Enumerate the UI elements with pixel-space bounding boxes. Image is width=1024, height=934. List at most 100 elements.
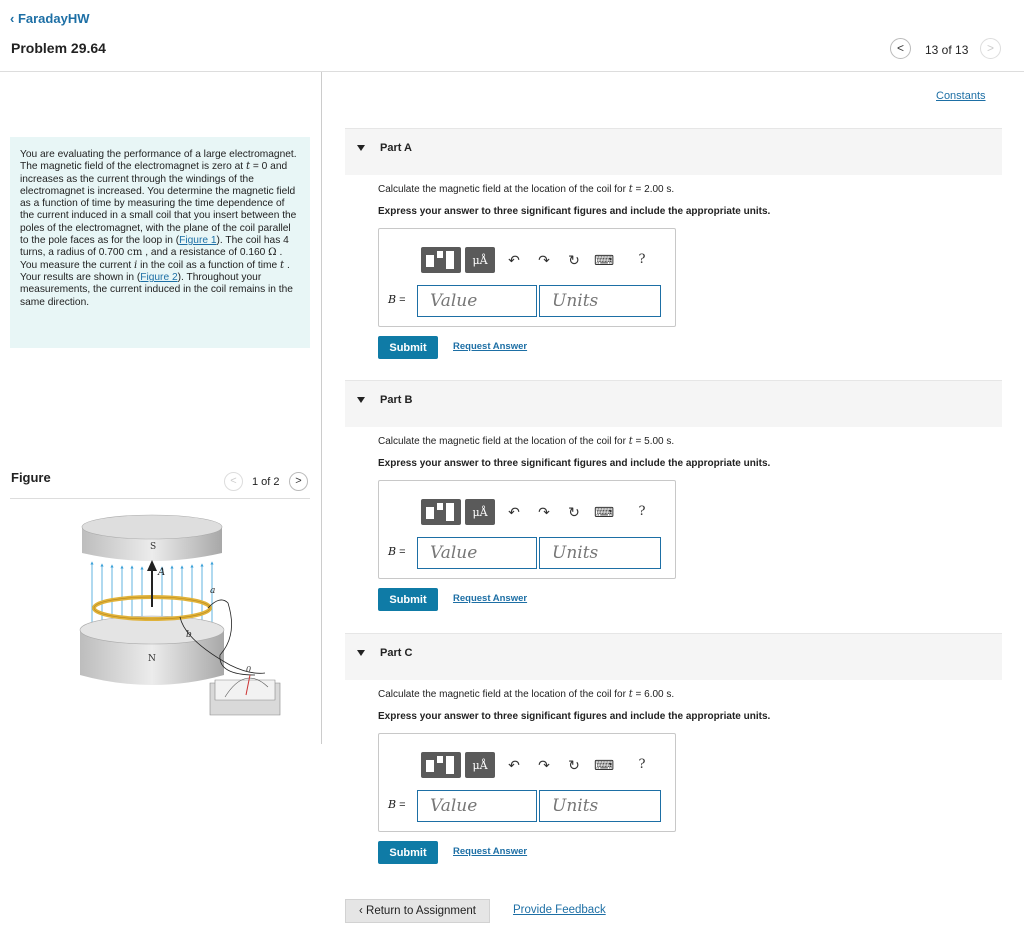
- answer-variable: B =: [388, 545, 406, 558]
- pole-label-n: N: [148, 654, 156, 664]
- help-icon[interactable]: ?: [631, 247, 653, 273]
- math-toolbar: μÅ ↶ ↷ ↻ ⌨ ?: [421, 499, 661, 525]
- math-toolbar: μÅ ↶ ↷ ↻ ⌨ ?: [421, 247, 661, 273]
- submit-button[interactable]: Submit: [378, 336, 438, 359]
- problem-counter: 13 of 13: [925, 43, 969, 57]
- part-a: Part A Calculate the magnetic field at t…: [345, 128, 1002, 368]
- answer-instructions: Express your answer to three significant…: [378, 458, 771, 469]
- units-button[interactable]: μÅ: [465, 752, 495, 778]
- question-text: Calculate the magnetic field at the loca…: [378, 184, 629, 195]
- reset-icon[interactable]: ↻: [563, 752, 585, 778]
- answer-variable: B =: [388, 798, 406, 811]
- math-toolbar: μÅ ↶ ↷ ↻ ⌨ ?: [421, 752, 661, 778]
- electromagnet-figure[interactable]: A S N a b 0: [70, 505, 295, 725]
- part-b-header[interactable]: Part B: [345, 380, 1002, 427]
- answer-box: μÅ ↶ ↷ ↻ ⌨ ? B =: [378, 228, 676, 327]
- answer-instructions: Express your answer to three significant…: [378, 206, 771, 217]
- undo-icon[interactable]: ↶: [503, 499, 525, 525]
- figure-2-link[interactable]: Figure 2: [140, 272, 177, 283]
- intro-text-6: in the coil as a function of time: [137, 259, 280, 271]
- terminal-label-b: b: [186, 630, 192, 640]
- figure-1-link[interactable]: Figure 1: [179, 235, 216, 246]
- request-answer-link[interactable]: Request Answer: [453, 341, 527, 352]
- provide-feedback-link[interactable]: Provide Feedback: [513, 904, 606, 916]
- units-button[interactable]: μÅ: [465, 499, 495, 525]
- question-time: = 6.00 s.: [632, 689, 675, 700]
- part-label: Part A: [380, 142, 412, 154]
- chevron-right-icon: >: [986, 41, 994, 55]
- chevron-right-icon: >: [295, 475, 302, 487]
- caret-down-icon: [357, 397, 365, 403]
- templates-button[interactable]: [421, 499, 461, 525]
- var-b: B: [388, 293, 397, 306]
- keyboard-icon[interactable]: ⌨: [593, 499, 615, 525]
- back-link-label: FaradayHW: [17, 11, 90, 26]
- terminal-label-a: a: [210, 586, 215, 596]
- panel-divider: [321, 72, 322, 744]
- top-bar: ‹ FaradayHW Problem 29.64 < 13 of 13 >: [0, 0, 1024, 72]
- equals-sign: =: [396, 294, 406, 306]
- submit-button[interactable]: Submit: [378, 841, 438, 864]
- redo-icon[interactable]: ↷: [533, 752, 555, 778]
- value-input[interactable]: [417, 285, 537, 317]
- help-icon[interactable]: ?: [631, 499, 653, 525]
- var-b: B: [388, 798, 397, 811]
- prev-problem-button[interactable]: <: [890, 38, 911, 59]
- question-text: Calculate the magnetic field at the loca…: [378, 436, 629, 447]
- answer-variable: B =: [388, 293, 406, 306]
- answer-box: μÅ ↶ ↷ ↻ ⌨ ? B =: [378, 733, 676, 832]
- keyboard-icon[interactable]: ⌨: [593, 247, 615, 273]
- part-a-header[interactable]: Part A: [345, 128, 1002, 175]
- back-to-assignment-link[interactable]: ‹ FaradayHW: [10, 11, 89, 26]
- reset-icon[interactable]: ↻: [563, 499, 585, 525]
- return-label: Return to Assignment: [366, 905, 476, 917]
- part-question: Calculate the magnetic field at the loca…: [378, 436, 674, 447]
- redo-icon[interactable]: ↷: [533, 499, 555, 525]
- intro-text-4: , and a resistance of 0.160: [142, 247, 269, 259]
- pole-label-s: S: [150, 542, 156, 552]
- reset-icon[interactable]: ↻: [563, 247, 585, 273]
- keyboard-icon[interactable]: ⌨: [593, 752, 615, 778]
- next-problem-button[interactable]: >: [980, 38, 1001, 59]
- value-input[interactable]: [417, 790, 537, 822]
- unit-cm: cm: [127, 247, 143, 259]
- area-vector-head: [147, 560, 157, 571]
- undo-icon[interactable]: ↶: [503, 752, 525, 778]
- undo-icon[interactable]: ↶: [503, 247, 525, 273]
- caret-down-icon: [357, 145, 365, 151]
- figure-counter: 1 of 2: [252, 476, 280, 488]
- figure-next-button[interactable]: >: [289, 472, 308, 491]
- redo-icon[interactable]: ↷: [533, 247, 555, 273]
- value-input[interactable]: [417, 537, 537, 569]
- unit-ohm: Ω: [268, 247, 277, 259]
- units-input[interactable]: [539, 537, 661, 569]
- part-c-header[interactable]: Part C: [345, 633, 1002, 680]
- help-icon[interactable]: ?: [631, 752, 653, 778]
- part-question: Calculate the magnetic field at the loca…: [378, 184, 674, 195]
- figure-prev-button[interactable]: <: [224, 472, 243, 491]
- part-question: Calculate the magnetic field at the loca…: [378, 689, 674, 700]
- part-b: Part B Calculate the magnetic field at t…: [345, 380, 1002, 620]
- equals-sign: =: [396, 546, 406, 558]
- return-to-assignment-button[interactable]: ‹ Return to Assignment: [345, 899, 490, 923]
- question-time: = 2.00 s.: [632, 184, 675, 195]
- request-answer-link[interactable]: Request Answer: [453, 593, 527, 604]
- request-answer-link[interactable]: Request Answer: [453, 846, 527, 857]
- part-label: Part C: [380, 647, 413, 659]
- constants-link[interactable]: Constants: [936, 90, 986, 102]
- meter-zero-label: 0: [246, 665, 251, 674]
- intro-text-2: = 0 and increases as the current through…: [20, 161, 297, 247]
- templates-button[interactable]: [421, 752, 461, 778]
- figure-divider: [10, 498, 310, 499]
- units-input[interactable]: [539, 790, 661, 822]
- area-vector-label: A: [157, 567, 165, 578]
- caret-down-icon: [357, 650, 365, 656]
- units-input[interactable]: [539, 285, 661, 317]
- submit-button[interactable]: Submit: [378, 588, 438, 611]
- answer-instructions: Express your answer to three significant…: [378, 711, 771, 722]
- units-button[interactable]: μÅ: [465, 247, 495, 273]
- problem-title: Problem 29.64: [11, 40, 106, 56]
- part-label: Part B: [380, 394, 413, 406]
- question-time: = 5.00 s.: [632, 436, 675, 447]
- templates-button[interactable]: [421, 247, 461, 273]
